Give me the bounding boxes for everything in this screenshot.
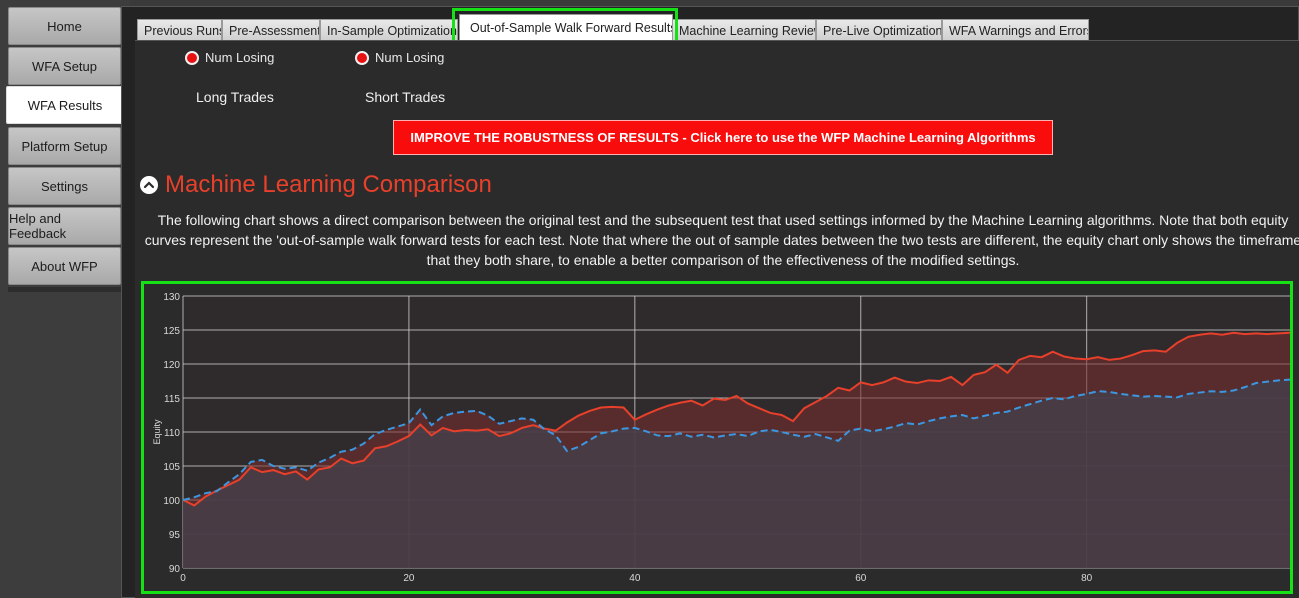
sidebar-item-help-and-feedback[interactable]: Help and Feedback [8,207,121,245]
x-tick-label: 60 [855,573,867,584]
short-num-losing-label: Num Losing [375,50,445,65]
chevron-up-icon[interactable] [140,176,158,194]
y-tick-label: 115 [164,394,180,405]
equity-chart: 90 95 100 105 110 115 120 125 130 0 20 40 60 80 Equity [141,281,1293,594]
section-header[interactable]: Machine Learning Comparison [140,171,492,199]
sidebar-item-platform-setup[interactable]: Platform Setup [8,127,121,165]
section-title: Machine Learning Comparison [165,171,492,198]
tab-wfa-warnings-and-errors[interactable]: WFA Warnings and Errors [942,19,1089,41]
y-tick-label: 95 [169,530,181,541]
sidebar-item-wfa-setup[interactable]: WFA Setup [8,47,121,85]
x-tick-label: 0 [180,573,186,584]
radio-selected-icon [185,50,199,65]
improve-robustness-button[interactable]: IMPROVE THE ROBUSTNESS OF RESULTS - Clic… [393,120,1053,155]
sidebar-item-home[interactable]: Home [8,7,121,45]
tab-pre-live-optimization[interactable]: Pre-Live Optimization [816,19,942,41]
sidebar-item-wfa-results[interactable]: WFA Results [6,86,124,124]
x-tick-label: 80 [1081,573,1093,584]
tab-pre-assessment[interactable]: Pre-Assessment [222,19,320,41]
results-content: Num Losing Num Losing Long Trades Short … [135,40,1299,598]
sidebar-divider [8,287,121,292]
tab-previous-runs[interactable]: Previous Runs [137,19,222,41]
short-trades-label: Short Trades [365,89,446,105]
long-trades-label: Long Trades [196,89,274,105]
tab-machine-learning-review[interactable]: Machine Learning Review [672,19,816,41]
short-num-losing-option[interactable]: Num Losing [355,50,444,65]
sidebar-item-settings[interactable]: Settings [8,167,121,205]
tab-in-sample-optimization[interactable]: In-Sample Optimization [320,19,458,41]
x-tick-label: 40 [629,573,641,584]
y-tick-label: 90 [169,564,181,575]
sidebar: Home WFA Setup WFA Results Platform Setu… [0,0,130,598]
y-tick-label: 110 [164,428,180,439]
y-tick-label: 130 [163,292,180,303]
radio-selected-icon [355,50,369,65]
y-tick-label: 105 [163,462,180,473]
tab-out-of-sample-walk-forward-results[interactable]: Out-of-Sample Walk Forward Results [459,14,673,41]
long-num-losing-option[interactable]: Num Losing [185,50,274,65]
y-axis-label: Equity [152,419,162,445]
y-tick-label: 120 [163,360,180,371]
section-description: The following chart shows a direct compa… [144,212,1299,268]
y-tick-label: 125 [163,326,180,337]
y-tick-label: 100 [163,496,180,507]
sidebar-item-about-wfp[interactable]: About WFP [8,247,121,285]
equity-chart-svg: 90 95 100 105 110 115 120 125 130 0 20 40 60 80 Equity [152,292,1290,584]
long-num-losing-label: Num Losing [205,50,275,65]
x-tick-label: 20 [403,573,415,584]
